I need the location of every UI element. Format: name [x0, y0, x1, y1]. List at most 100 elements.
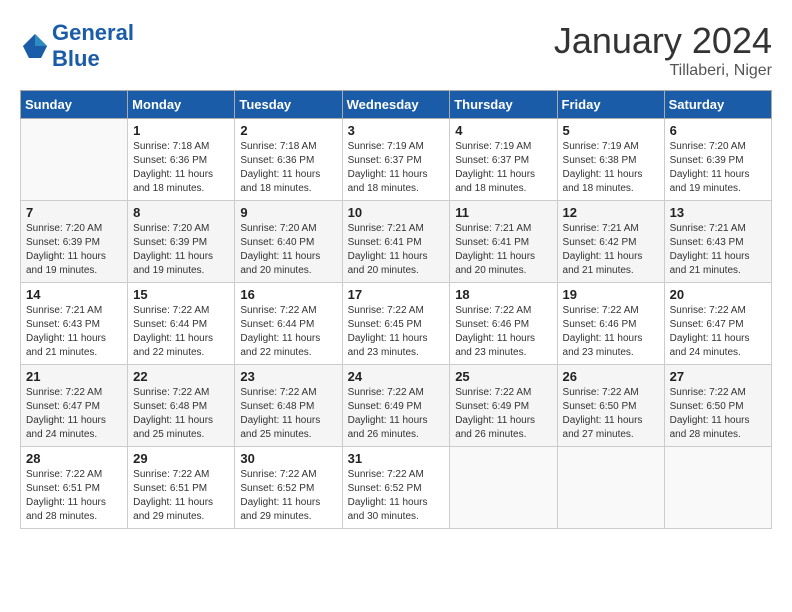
calendar-cell: 28 Sunrise: 7:22 AM Sunset: 6:51 PM Dayli… — [21, 447, 128, 529]
day-info: Sunrise: 7:20 AM Sunset: 6:39 PM Dayligh… — [670, 140, 766, 196]
calendar-cell: 16Sunrise: 7:22 AM Sunset: 6:44 PM Dayli… — [235, 283, 342, 365]
column-header-tuesday: Tuesday — [235, 91, 342, 119]
column-header-monday: Monday — [128, 91, 235, 119]
day-number: 3 — [348, 123, 445, 138]
calendar-cell: 8 Sunrise: 7:20 AM Sunset: 6:39 PM Daylig… — [128, 201, 235, 283]
calendar-cell: 26 Sunrise: 7:22 AM Sunset: 6:50 PM Dayli… — [557, 365, 664, 447]
day-info: Sunrise: 7:22 AM Sunset: 6:47 PM Dayligh… — [670, 304, 766, 360]
day-info: Sunrise: 7:20 AM Sunset: 6:40 PM Dayligh… — [240, 222, 336, 278]
day-info: Sunrise: 7:22 AM Sunset: 6:51 PM Dayligh… — [133, 468, 229, 524]
column-header-saturday: Saturday — [664, 91, 771, 119]
day-info: Sunrise: 7:21 AM Sunset: 6:43 PM Dayligh… — [670, 222, 766, 278]
column-header-friday: Friday — [557, 91, 664, 119]
day-info: Sunrise: 7:22 AM Sunset: 6:49 PM Dayligh… — [348, 386, 445, 442]
day-number: 26 — [563, 369, 659, 384]
day-number: 10 — [348, 205, 445, 220]
day-number: 22 — [133, 369, 229, 384]
column-header-sunday: Sunday — [21, 91, 128, 119]
day-info: Sunrise: 7:22 AM Sunset: 6:52 PM Dayligh… — [240, 468, 336, 524]
calendar-cell: 4Sunrise: 7:19 AM Sunset: 6:37 PM Daylig… — [450, 119, 557, 201]
calendar-cell: 18 Sunrise: 7:22 AM Sunset: 6:46 PM Dayli… — [450, 283, 557, 365]
day-info: Sunrise: 7:20 AM Sunset: 6:39 PM Dayligh… — [133, 222, 229, 278]
page-header: General Blue January 2024 Tillaberi, Nig… — [20, 20, 772, 80]
day-info: Sunrise: 7:22 AM Sunset: 6:50 PM Dayligh… — [670, 386, 766, 442]
day-number: 29 — [133, 451, 229, 466]
day-info: Sunrise: 7:22 AM Sunset: 6:51 PM Dayligh… — [26, 468, 122, 524]
calendar-cell: 3 Sunrise: 7:19 AM Sunset: 6:37 PM Daylig… — [342, 119, 450, 201]
calendar-cell: 25 Sunrise: 7:22 AM Sunset: 6:49 PM Dayli… — [450, 365, 557, 447]
day-info: Sunrise: 7:22 AM Sunset: 6:45 PM Dayligh… — [348, 304, 445, 360]
calendar-cell: 2Sunrise: 7:18 AM Sunset: 6:36 PM Daylig… — [235, 119, 342, 201]
week-row-3: 14 Sunrise: 7:21 AM Sunset: 6:43 PM Dayli… — [21, 283, 772, 365]
day-info: Sunrise: 7:20 AM Sunset: 6:39 PM Dayligh… — [26, 222, 122, 278]
logo-blue: Blue — [52, 46, 100, 71]
day-info: Sunrise: 7:22 AM Sunset: 6:52 PM Dayligh… — [348, 468, 445, 524]
day-number: 12 — [563, 205, 659, 220]
day-number: 11 — [455, 205, 551, 220]
calendar-cell: 10 Sunrise: 7:21 AM Sunset: 6:41 PM Dayli… — [342, 201, 450, 283]
day-info: Sunrise: 7:18 AM Sunset: 6:36 PM Dayligh… — [133, 140, 229, 196]
day-number: 1 — [133, 123, 229, 138]
calendar-cell: 21Sunrise: 7:22 AM Sunset: 6:47 PM Dayli… — [21, 365, 128, 447]
day-number: 21 — [26, 369, 122, 384]
day-info: Sunrise: 7:19 AM Sunset: 6:37 PM Dayligh… — [455, 140, 551, 196]
day-number: 5 — [563, 123, 659, 138]
day-number: 30 — [240, 451, 336, 466]
day-number: 2 — [240, 123, 336, 138]
calendar-cell: 27 Sunrise: 7:22 AM Sunset: 6:50 PM Dayli… — [664, 365, 771, 447]
day-number: 18 — [455, 287, 551, 302]
day-number: 28 — [26, 451, 122, 466]
calendar-cell: 19Sunrise: 7:22 AM Sunset: 6:46 PM Dayli… — [557, 283, 664, 365]
day-info: Sunrise: 7:21 AM Sunset: 6:42 PM Dayligh… — [563, 222, 659, 278]
calendar-cell: 23Sunrise: 7:22 AM Sunset: 6:48 PM Dayli… — [235, 365, 342, 447]
calendar-cell — [664, 447, 771, 529]
day-info: Sunrise: 7:22 AM Sunset: 6:44 PM Dayligh… — [240, 304, 336, 360]
calendar-cell: 20 Sunrise: 7:22 AM Sunset: 6:47 PM Dayli… — [664, 283, 771, 365]
calendar-cell: 22 Sunrise: 7:22 AM Sunset: 6:48 PM Dayli… — [128, 365, 235, 447]
calendar-cell: 13Sunrise: 7:21 AM Sunset: 6:43 PM Dayli… — [664, 201, 771, 283]
day-number: 25 — [455, 369, 551, 384]
day-info: Sunrise: 7:22 AM Sunset: 6:48 PM Dayligh… — [240, 386, 336, 442]
calendar-cell — [21, 119, 128, 201]
day-number: 8 — [133, 205, 229, 220]
calendar-cell: 6Sunrise: 7:20 AM Sunset: 6:39 PM Daylig… — [664, 119, 771, 201]
calendar-cell: 1 Sunrise: 7:18 AM Sunset: 6:36 PM Daylig… — [128, 119, 235, 201]
calendar-cell: 5Sunrise: 7:19 AM Sunset: 6:38 PM Daylig… — [557, 119, 664, 201]
column-header-thursday: Thursday — [450, 91, 557, 119]
calendar-cell: 9 Sunrise: 7:20 AM Sunset: 6:40 PM Daylig… — [235, 201, 342, 283]
day-info: Sunrise: 7:21 AM Sunset: 6:41 PM Dayligh… — [455, 222, 551, 278]
calendar-cell: 30 Sunrise: 7:22 AM Sunset: 6:52 PM Dayli… — [235, 447, 342, 529]
location-subtitle: Tillaberi, Niger — [554, 62, 772, 80]
column-header-wednesday: Wednesday — [342, 91, 450, 119]
calendar-cell: 7 Sunrise: 7:20 AM Sunset: 6:39 PM Daylig… — [21, 201, 128, 283]
day-info: Sunrise: 7:22 AM Sunset: 6:46 PM Dayligh… — [455, 304, 551, 360]
calendar-cell — [557, 447, 664, 529]
day-info: Sunrise: 7:22 AM Sunset: 6:49 PM Dayligh… — [455, 386, 551, 442]
day-number: 20 — [670, 287, 766, 302]
day-info: Sunrise: 7:22 AM Sunset: 6:50 PM Dayligh… — [563, 386, 659, 442]
day-number: 27 — [670, 369, 766, 384]
day-info: Sunrise: 7:22 AM Sunset: 6:48 PM Dayligh… — [133, 386, 229, 442]
day-number: 9 — [240, 205, 336, 220]
calendar-cell: 15Sunrise: 7:22 AM Sunset: 6:44 PM Dayli… — [128, 283, 235, 365]
calendar-body: 1 Sunrise: 7:18 AM Sunset: 6:36 PM Daylig… — [21, 119, 772, 529]
day-number: 14 — [26, 287, 122, 302]
day-number: 24 — [348, 369, 445, 384]
week-row-5: 28 Sunrise: 7:22 AM Sunset: 6:51 PM Dayli… — [21, 447, 772, 529]
day-info: Sunrise: 7:19 AM Sunset: 6:37 PM Dayligh… — [348, 140, 445, 196]
calendar-cell: 12 Sunrise: 7:21 AM Sunset: 6:42 PM Dayli… — [557, 201, 664, 283]
calendar-cell: 31Sunrise: 7:22 AM Sunset: 6:52 PM Dayli… — [342, 447, 450, 529]
logo-text: General Blue — [52, 20, 134, 72]
day-info: Sunrise: 7:21 AM Sunset: 6:41 PM Dayligh… — [348, 222, 445, 278]
day-number: 7 — [26, 205, 122, 220]
calendar-cell: 17Sunrise: 7:22 AM Sunset: 6:45 PM Dayli… — [342, 283, 450, 365]
week-row-2: 7 Sunrise: 7:20 AM Sunset: 6:39 PM Daylig… — [21, 201, 772, 283]
day-info: Sunrise: 7:21 AM Sunset: 6:43 PM Dayligh… — [26, 304, 122, 360]
calendar-cell: 11 Sunrise: 7:21 AM Sunset: 6:41 PM Dayli… — [450, 201, 557, 283]
title-block: January 2024 Tillaberi, Niger — [554, 20, 772, 80]
day-info: Sunrise: 7:22 AM Sunset: 6:44 PM Dayligh… — [133, 304, 229, 360]
week-row-1: 1 Sunrise: 7:18 AM Sunset: 6:36 PM Daylig… — [21, 119, 772, 201]
month-title: January 2024 — [554, 20, 772, 62]
logo-general: General — [52, 20, 134, 45]
calendar-header-row: SundayMondayTuesdayWednesdayThursdayFrid… — [21, 91, 772, 119]
